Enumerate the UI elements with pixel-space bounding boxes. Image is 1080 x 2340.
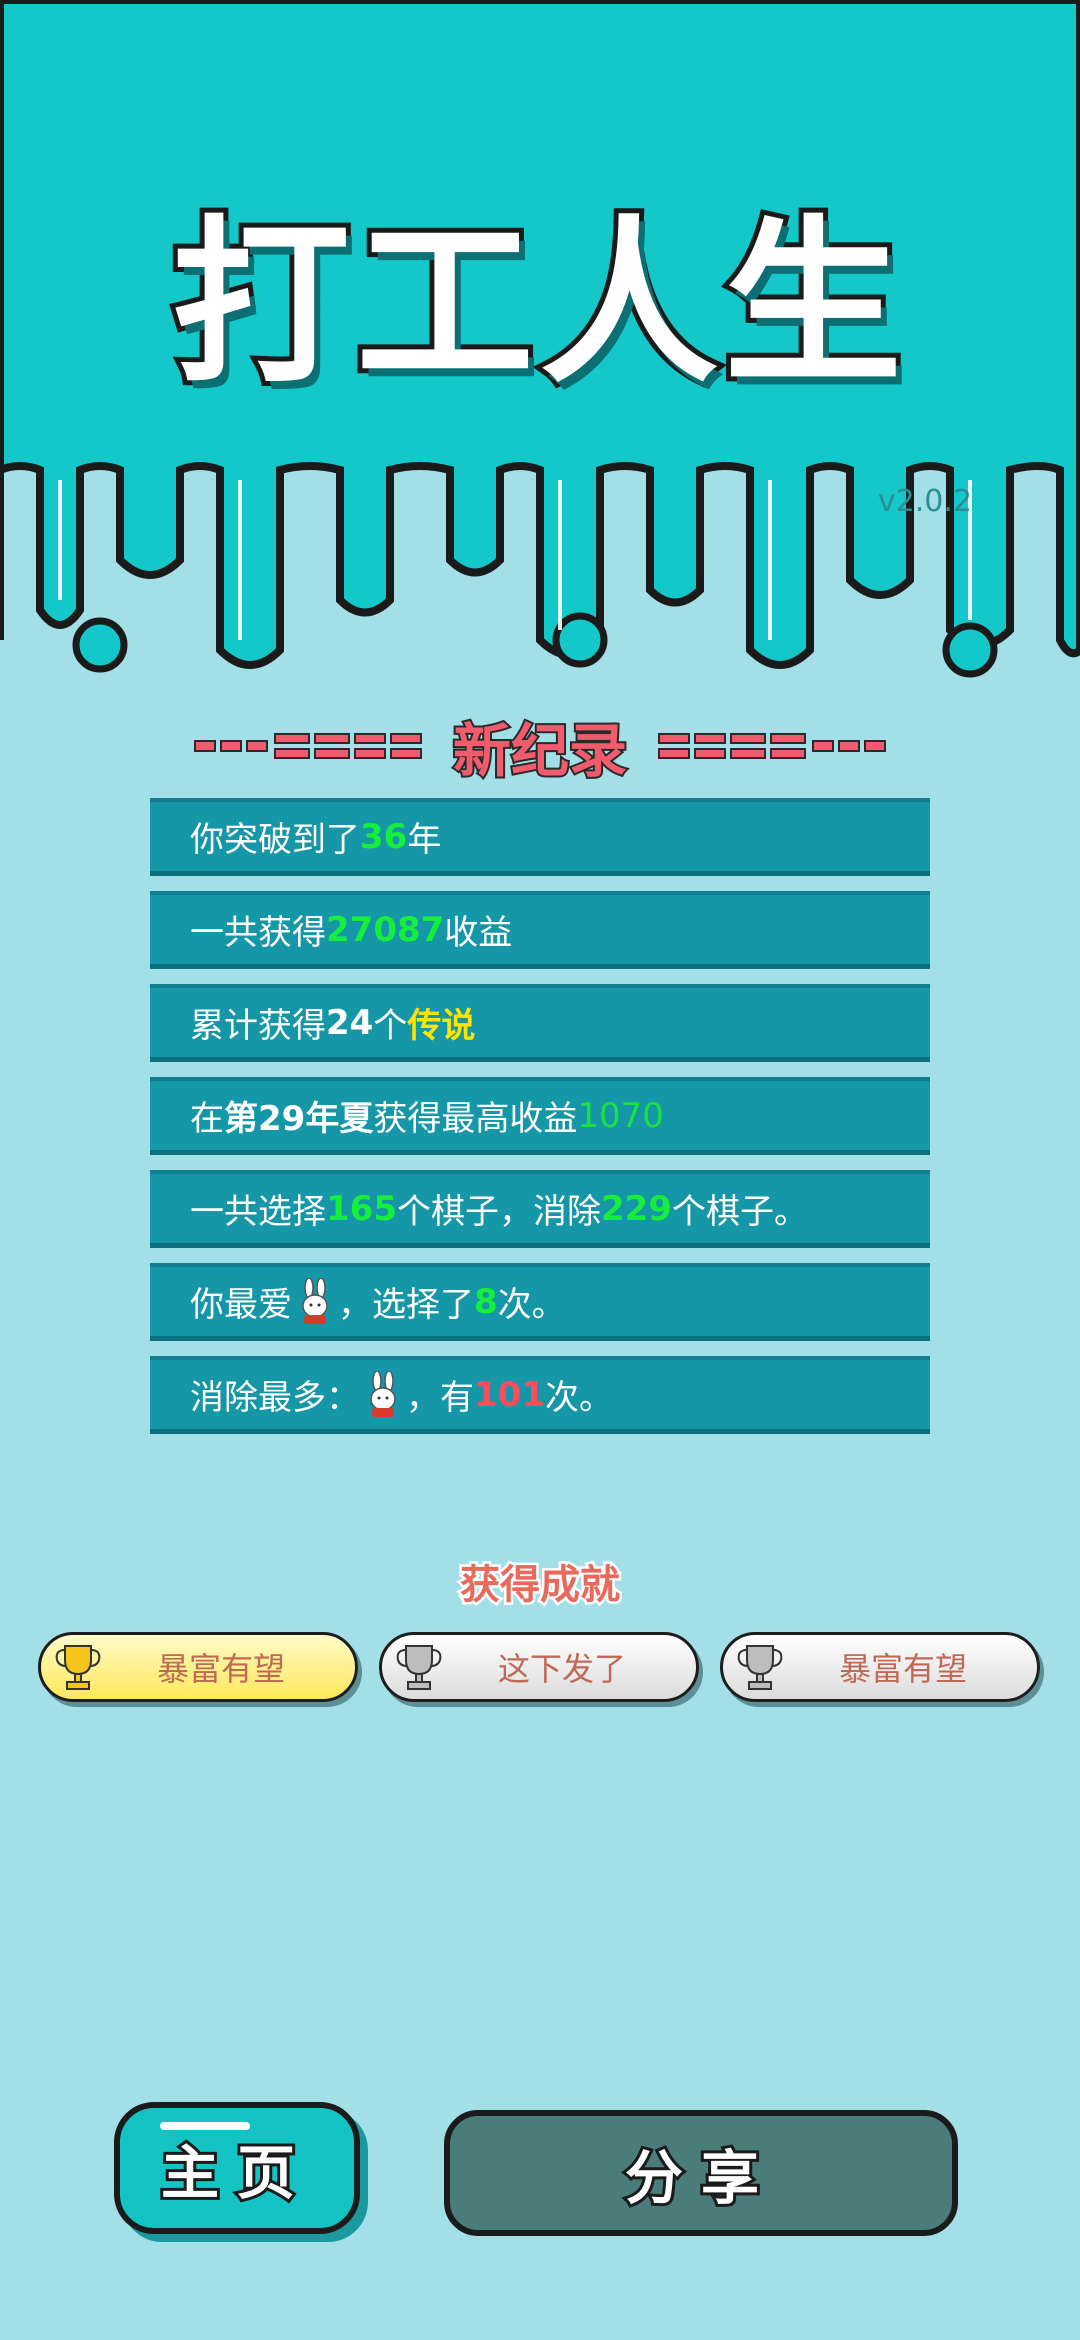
share-button[interactable]: 分享	[444, 2110, 958, 2236]
stat-row-favorite: 你最爱 ，选择了 8 次。	[150, 1263, 930, 1341]
home-button[interactable]: 主页	[114, 2102, 360, 2234]
home-button-label: 主页	[158, 2136, 313, 2210]
stat-row-years: 你突破到了 36 年	[150, 798, 930, 876]
badge-label: 这下发了	[497, 1650, 626, 1688]
stat-row-best-income: 在 第29年夏 获得最高收益 1070	[150, 1077, 930, 1155]
bunny-icon	[370, 1370, 396, 1417]
trophy-icon	[737, 1645, 783, 1690]
new-record-heading: 新纪录	[0, 706, 1080, 787]
heading-title: 新纪录	[451, 715, 629, 787]
stat-row-most-eliminated: 消除最多： ，有 101 次。	[150, 1356, 930, 1434]
game-over-screen: { "app": {"title": "打工人生", "version": "v…	[0, 0, 1080, 2340]
dash-decoration-right	[658, 733, 886, 759]
version-label: v2.0.2	[877, 484, 972, 519]
button-shine	[160, 2122, 250, 2130]
bunny-icon	[302, 1277, 328, 1324]
stat-row-pieces: 一共选择 165 个棋子，消除 229 个棋子。	[150, 1170, 930, 1248]
badge-label: 暴富有望	[838, 1650, 967, 1688]
badge-label: 暴富有望	[156, 1650, 285, 1688]
achievement-badges: 暴富有望 这下发了 暴富有望	[38, 1632, 1042, 1706]
game-title: 打工人生	[167, 200, 908, 407]
stat-row-legendary: 累计获得 24 个传说	[150, 984, 930, 1062]
achievement-badge-silver[interactable]: 这下发了	[379, 1632, 699, 1702]
dash-decoration-left	[193, 733, 422, 759]
record-stats-list: 你突破到了 36 年 一共获得 27087 收益 累计获得 24 个传说 在 第29年夏 获…	[150, 798, 930, 1449]
share-button-label: 分享	[622, 2141, 777, 2215]
trophy-icon	[55, 1645, 101, 1690]
stat-row-total-income: 一共获得 27087 收益	[150, 891, 930, 969]
achievement-badge-silver[interactable]: 暴富有望	[720, 1632, 1040, 1702]
trophy-icon	[396, 1645, 442, 1690]
achievements-title: 获得成就	[458, 1560, 623, 1611]
achievement-badge-gold[interactable]: 暴富有望	[38, 1632, 358, 1702]
